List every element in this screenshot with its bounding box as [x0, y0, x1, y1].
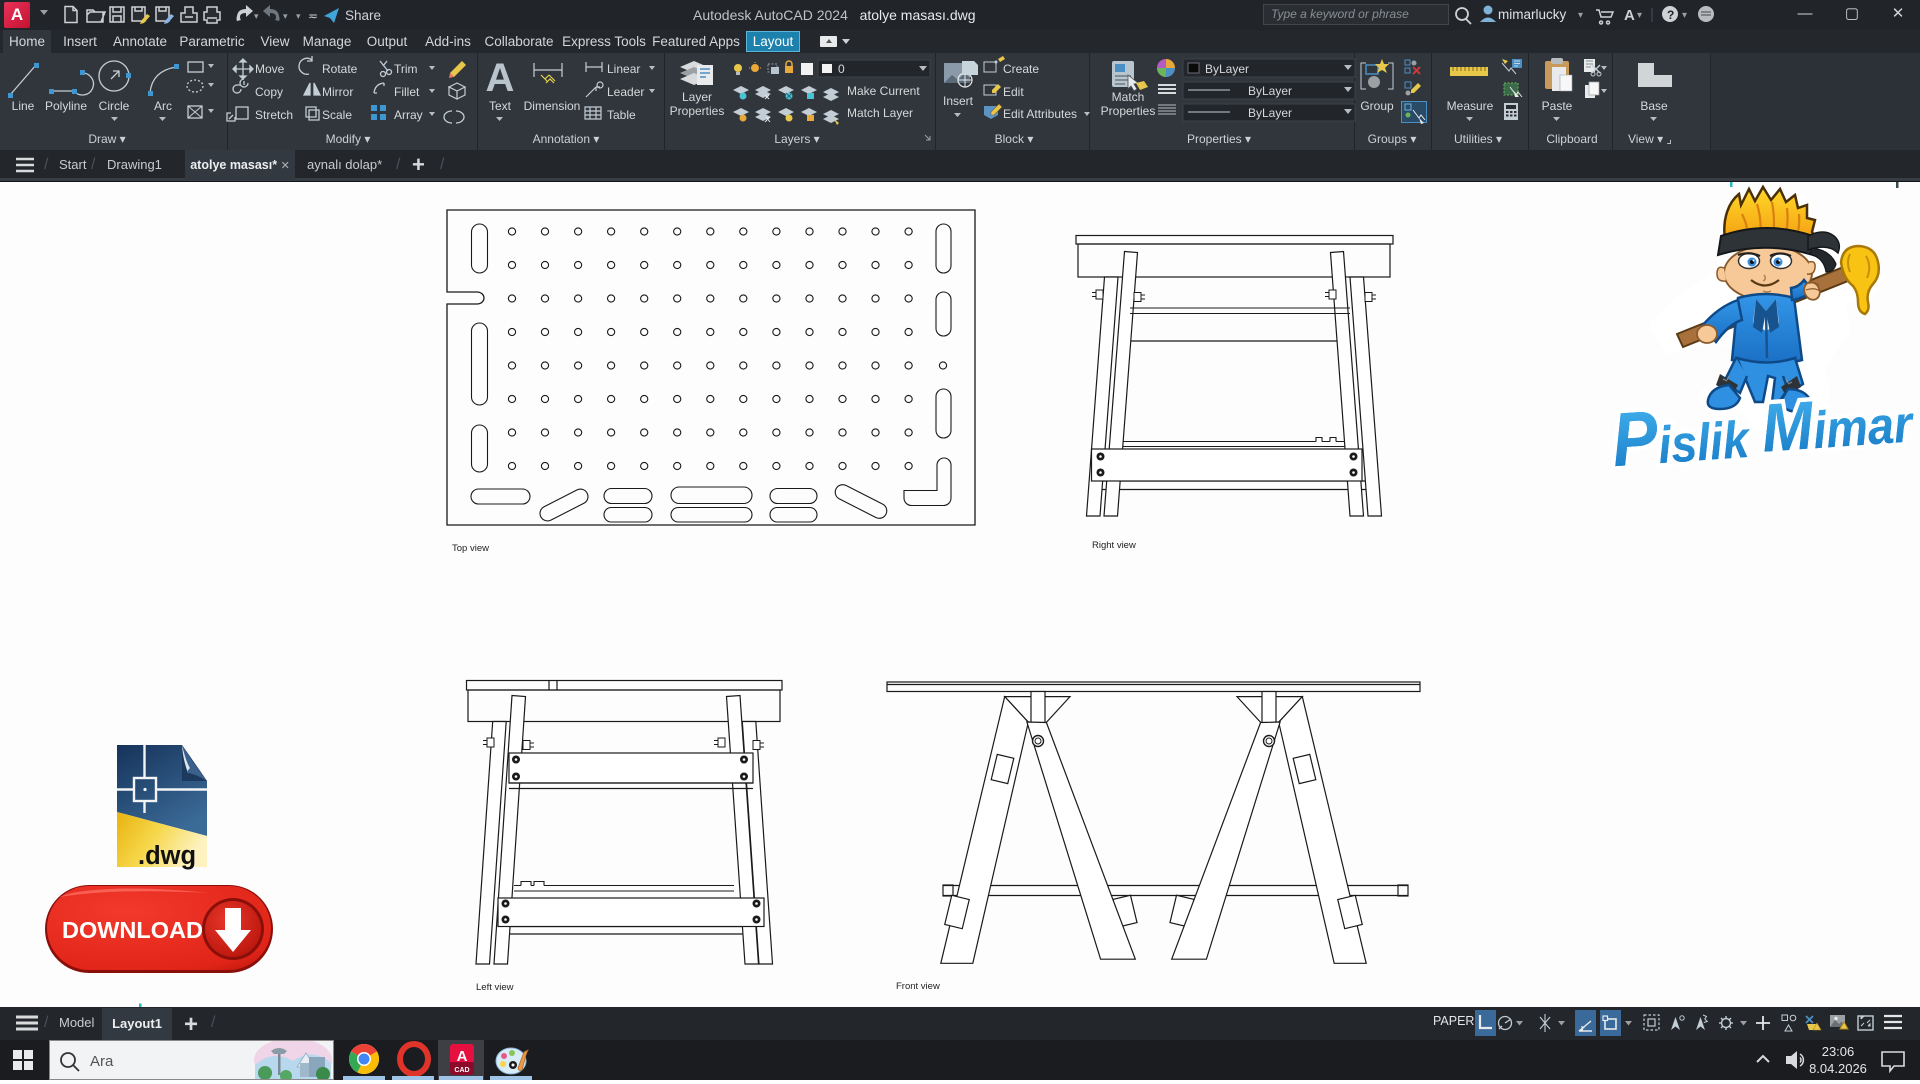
svg-text:Utilities ▾: Utilities ▾ — [1454, 132, 1502, 146]
svg-text:Text: Text — [489, 99, 512, 113]
svg-text:Fillet: Fillet — [394, 85, 420, 99]
svg-text:Layer: Layer — [682, 90, 712, 104]
svg-text:Line: Line — [12, 99, 35, 113]
svg-text:mimarlucky: mimarlucky — [1498, 7, 1567, 22]
svg-text:Rotate: Rotate — [322, 62, 358, 76]
svg-text:A: A — [1624, 7, 1635, 24]
svg-text:?: ? — [1667, 8, 1674, 22]
svg-text:Circle: Circle — [99, 99, 130, 113]
svg-text:Leader: Leader — [607, 85, 644, 99]
svg-text:Groups ▾: Groups ▾ — [1368, 132, 1417, 146]
svg-text:Group: Group — [1360, 99, 1394, 113]
svg-text:A: A — [486, 56, 515, 100]
svg-text:Create: Create — [1003, 62, 1039, 76]
svg-text:Match Layer: Match Layer — [847, 106, 913, 120]
svg-text:▾: ▾ — [254, 11, 259, 21]
svg-text:Table: Table — [607, 108, 636, 122]
svg-text:Insert: Insert — [943, 94, 974, 108]
svg-text:Layers ▾: Layers ▾ — [774, 132, 819, 146]
svg-text:Right view: Right view — [1092, 540, 1136, 551]
svg-text:Properties ▾: Properties ▾ — [1187, 132, 1251, 146]
svg-text:Dimension: Dimension — [524, 99, 581, 113]
svg-text:Polyline: Polyline — [45, 99, 87, 113]
svg-text:Match: Match — [1112, 90, 1145, 104]
svg-text:DOWNLOAD: DOWNLOAD — [62, 917, 203, 943]
svg-text:Base: Base — [1640, 99, 1668, 113]
svg-text:ByLayer: ByLayer — [1248, 84, 1292, 98]
svg-text:Make Current: Make Current — [847, 84, 920, 98]
svg-text:Scale: Scale — [322, 108, 352, 122]
svg-text:Trim: Trim — [394, 62, 418, 76]
svg-text:View ▾ ⌟: View ▾ ⌟ — [1628, 132, 1672, 146]
svg-text:Draw ▾: Draw ▾ — [88, 132, 125, 146]
svg-text:Mirror: Mirror — [322, 85, 353, 99]
svg-text:Edit: Edit — [1003, 85, 1024, 99]
svg-text:Mimar: Mimar — [1759, 380, 1916, 466]
svg-text:Block ▾: Block ▾ — [995, 132, 1034, 146]
svg-text:Array: Array — [394, 108, 423, 122]
svg-text:CAD: CAD — [454, 1067, 469, 1074]
svg-text:≂: ≂ — [308, 9, 318, 23]
svg-text:ByLayer: ByLayer — [1248, 106, 1292, 120]
svg-text:Paste: Paste — [1542, 99, 1573, 113]
svg-text:Share: Share — [345, 8, 381, 23]
svg-text:Top view: Top view — [452, 543, 489, 554]
svg-text:A: A — [457, 1048, 468, 1065]
svg-text:▾: ▾ — [1637, 10, 1642, 21]
svg-text:Ara: Ara — [90, 1053, 114, 1070]
svg-text:Front view: Front view — [896, 981, 940, 992]
svg-text:Edit Attributes: Edit Attributes — [1003, 107, 1077, 121]
svg-text:ByLayer: ByLayer — [1205, 62, 1249, 76]
svg-text:.dwg: .dwg — [138, 842, 196, 870]
svg-text:Properties: Properties — [1101, 104, 1156, 118]
svg-text:▾: ▾ — [1682, 10, 1687, 21]
svg-text:Stretch: Stretch — [255, 108, 293, 122]
svg-text:Linear: Linear — [607, 62, 640, 76]
svg-text:Move: Move — [255, 62, 285, 76]
svg-text:Arc: Arc — [154, 99, 172, 113]
svg-text:Left view: Left view — [476, 982, 514, 993]
svg-text:0: 0 — [838, 62, 845, 76]
svg-text:▾: ▾ — [296, 11, 301, 21]
svg-text:Annotation ▾: Annotation ▾ — [533, 132, 600, 146]
svg-text:▾: ▾ — [283, 11, 288, 21]
svg-text:Clipboard: Clipboard — [1546, 132, 1597, 146]
svg-text:Modify ▾: Modify ▾ — [326, 132, 371, 146]
svg-text:Properties: Properties — [670, 104, 725, 118]
svg-text:Measure: Measure — [1447, 99, 1494, 113]
svg-text:▾: ▾ — [1578, 10, 1583, 21]
svg-text:Copy: Copy — [255, 85, 283, 99]
